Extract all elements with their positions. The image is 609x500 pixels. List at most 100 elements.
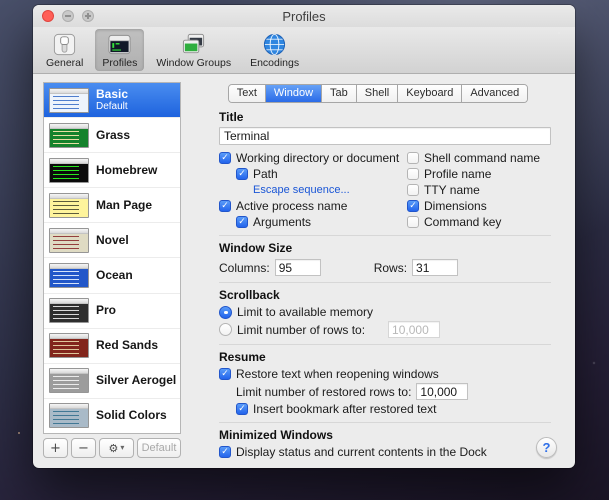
checkbox-shell-command-name[interactable]: Shell command name (407, 151, 551, 165)
terminal-profiles-icon (107, 32, 132, 57)
toolbar-item-general[interactable]: General (39, 29, 90, 71)
toolbar-item-profiles[interactable]: Profiles (95, 29, 144, 71)
toolbar-item-window-groups[interactable]: Window Groups (149, 29, 238, 71)
checkbox[interactable] (407, 152, 419, 164)
checkbox[interactable] (236, 403, 248, 415)
profile-row-basic[interactable]: Basic Default (44, 83, 180, 118)
profile-thumbnail (49, 193, 89, 218)
radio-limit-rows[interactable]: Limit number of rows to: (219, 321, 551, 338)
window-size-heading: Window Size (219, 241, 551, 255)
checkbox[interactable] (219, 368, 231, 380)
terminal-preferences-window: Profiles General (33, 5, 575, 468)
tab-window[interactable]: Window (266, 85, 322, 102)
toolbar-item-encodings[interactable]: Encodings (243, 29, 306, 71)
columns-label: Columns: (219, 261, 270, 275)
tab-tab[interactable]: Tab (322, 85, 357, 102)
checkbox[interactable] (219, 200, 231, 212)
profile-name: Man Page (96, 199, 152, 212)
profile-thumbnail (49, 333, 89, 358)
checkbox[interactable] (407, 168, 419, 180)
profile-name: Basic (96, 88, 128, 101)
checkbox-insert-bookmark[interactable]: Insert bookmark after restored text (236, 402, 551, 416)
profile-thumbnail (49, 123, 89, 148)
checkbox-path[interactable]: Path (236, 167, 407, 181)
profile-name: Solid Colors (96, 409, 167, 422)
profile-list-actions: + − ⚙ ▾ Default (43, 438, 181, 458)
checkbox-display-status-dock[interactable]: Display status and current contents in t… (219, 445, 551, 459)
set-default-button[interactable]: Default (137, 438, 181, 458)
profile-default-badge: Default (96, 101, 128, 112)
escape-sequence-link[interactable]: Escape sequence... (253, 184, 350, 197)
checkbox-active-process-name[interactable]: Active process name (219, 199, 407, 213)
general-switch-icon (52, 32, 77, 57)
checkbox-working-directory[interactable]: Working directory or document (219, 151, 407, 165)
rows-input[interactable] (412, 259, 458, 276)
remove-profile-button[interactable]: − (71, 438, 96, 458)
window-groups-icon (181, 32, 206, 57)
profile-row-homebrew[interactable]: Homebrew (44, 153, 180, 188)
profile-name: Novel (96, 234, 129, 247)
tab-shell[interactable]: Shell (357, 85, 398, 102)
tab-text[interactable]: Text (229, 85, 266, 102)
profile-name: Ocean (96, 269, 133, 282)
window-tab-pane: Title Working directory or document Shel… (191, 103, 565, 463)
profile-thumbnail (49, 228, 89, 253)
resume-heading: Resume (219, 350, 551, 364)
close-button[interactable] (42, 10, 54, 22)
restored-rows-input[interactable] (416, 383, 468, 400)
zoom-button[interactable] (82, 10, 94, 22)
profile-thumbnail (49, 368, 89, 393)
toolbar-label: Window Groups (156, 58, 231, 69)
profiles-sidebar: Basic Default Grass (43, 82, 181, 458)
profile-row-pro[interactable]: Pro (44, 294, 180, 329)
profile-name: Red Sands (96, 339, 158, 352)
profile-row-grass[interactable]: Grass (44, 118, 180, 153)
window-size-row: Columns: Rows: (219, 259, 551, 276)
profile-row-red-sands[interactable]: Red Sands (44, 329, 180, 364)
separator (219, 282, 551, 283)
help-button[interactable]: ? (536, 437, 557, 458)
title-section-heading: Title (219, 110, 551, 124)
profile-row-solid-colors[interactable]: Solid Colors (44, 399, 180, 433)
profile-row-novel[interactable]: Novel (44, 223, 180, 258)
chevron-down-icon: ▾ (120, 444, 124, 452)
escape-sequence-row: Escape sequence... (253, 183, 407, 197)
window-title-input[interactable] (219, 127, 551, 145)
profile-name: Grass (96, 129, 130, 142)
profile-settings-content: Text Window Tab Shell Keyboard Advanced … (191, 82, 565, 458)
tab-keyboard[interactable]: Keyboard (398, 85, 462, 102)
checkbox[interactable] (219, 152, 231, 164)
profile-row-man-page[interactable]: Man Page (44, 188, 180, 223)
minimized-windows-heading: Minimized Windows (219, 428, 551, 442)
gear-icon: ⚙ (109, 443, 119, 454)
toolbar-label: Encodings (250, 58, 299, 69)
settings-tabs: Text Window Tab Shell Keyboard Advanced (228, 84, 529, 103)
profile-thumbnail (49, 403, 89, 428)
globe-encodings-icon (262, 32, 287, 57)
minimize-button[interactable] (62, 10, 74, 22)
checkbox[interactable] (407, 184, 419, 196)
checkbox-command-key[interactable]: Command key (407, 215, 551, 229)
profile-row-ocean[interactable]: Ocean (44, 258, 180, 293)
profile-thumbnail (49, 263, 89, 288)
profile-actions-menu-button[interactable]: ⚙ ▾ (99, 438, 134, 458)
checkbox-profile-name[interactable]: Profile name (407, 167, 551, 181)
add-profile-button[interactable]: + (43, 438, 68, 458)
checkbox[interactable] (219, 446, 231, 458)
checkbox[interactable] (236, 168, 248, 180)
radio-button[interactable] (219, 323, 232, 336)
radio-limit-available-memory[interactable]: Limit to available memory (219, 305, 551, 319)
columns-input[interactable] (275, 259, 321, 276)
rows-label: Rows: (374, 261, 407, 275)
checkbox[interactable] (407, 216, 419, 228)
separator (219, 344, 551, 345)
checkbox-restore-text[interactable]: Restore text when reopening windows (219, 367, 551, 381)
checkbox-tty-name[interactable]: TTY name (407, 183, 551, 197)
radio-button[interactable] (219, 306, 232, 319)
checkbox-arguments[interactable]: Arguments (236, 215, 407, 229)
checkbox-dimensions[interactable]: Dimensions (407, 199, 551, 213)
tab-advanced[interactable]: Advanced (462, 85, 527, 102)
checkbox[interactable] (236, 216, 248, 228)
profile-row-silver-aerogel[interactable]: Silver Aerogel (44, 364, 180, 399)
checkbox[interactable] (407, 200, 419, 212)
